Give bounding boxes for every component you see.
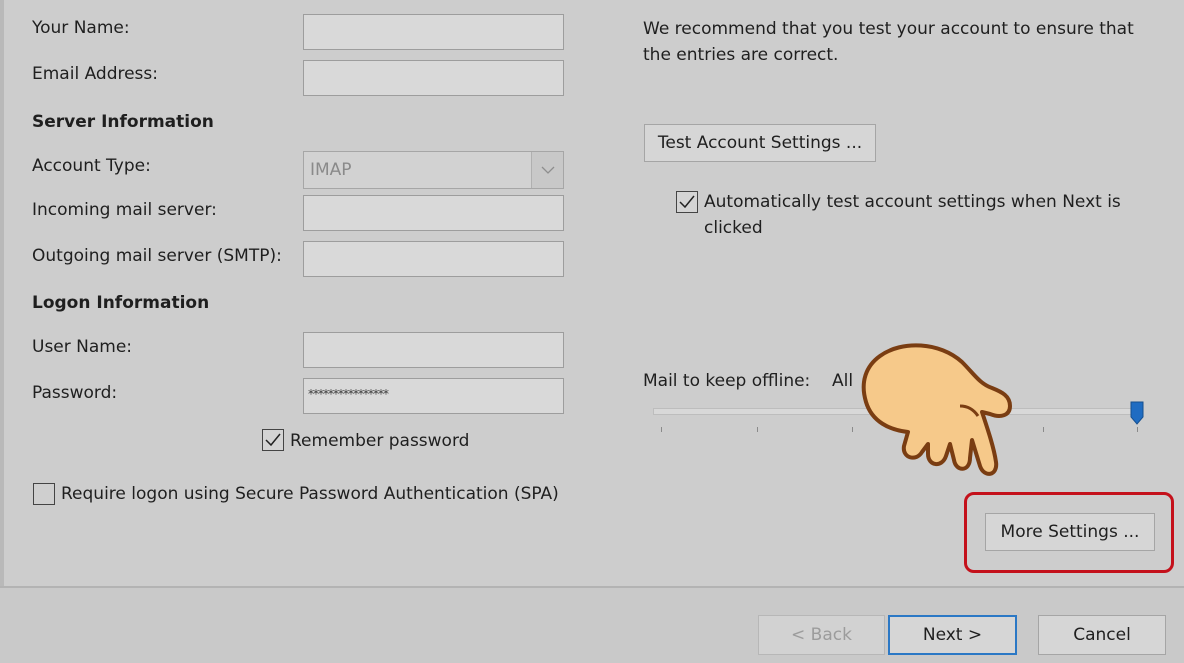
logon-information-heading: Logon Information xyxy=(32,293,210,313)
password-field[interactable]: **************** xyxy=(303,378,564,414)
account-type-value: IMAP xyxy=(310,160,352,180)
next-button[interactable]: Next > xyxy=(888,615,1017,655)
cancel-button[interactable]: Cancel xyxy=(1038,615,1166,655)
checkmark-icon xyxy=(265,433,281,447)
mail-offline-label: Mail to keep offline: xyxy=(643,371,811,391)
window-left-edge xyxy=(0,0,4,586)
account-type-dropdown-button[interactable] xyxy=(531,152,563,188)
recommend-text-line2: the entries are correct. xyxy=(643,45,839,65)
slider-tick xyxy=(1043,427,1044,432)
remember-password-label: Remember password xyxy=(290,431,470,451)
mail-offline-slider-thumb[interactable] xyxy=(1130,401,1144,425)
auto-test-label-line2: clicked xyxy=(704,218,763,238)
password-mask: **************** xyxy=(308,387,389,401)
password-label: Password: xyxy=(32,383,118,403)
your-name-field[interactable] xyxy=(303,14,564,50)
incoming-mail-server-label: Incoming mail server: xyxy=(32,200,217,220)
slider-tick xyxy=(757,427,758,432)
your-name-label: Your Name: xyxy=(32,18,130,38)
spa-checkbox[interactable] xyxy=(33,483,55,505)
auto-test-checkbox[interactable] xyxy=(676,191,698,213)
outgoing-mail-server-field[interactable] xyxy=(303,241,564,277)
recommend-text-line1: We recommend that you test your account … xyxy=(643,19,1134,39)
outgoing-mail-server-label: Outgoing mail server (SMTP): xyxy=(32,246,282,266)
checkmark-icon xyxy=(679,195,695,209)
account-type-label: Account Type: xyxy=(32,156,151,176)
chevron-down-icon xyxy=(541,166,554,174)
back-button[interactable]: < Back xyxy=(758,615,885,655)
slider-tick xyxy=(1137,427,1138,432)
incoming-mail-server-field[interactable] xyxy=(303,195,564,231)
email-address-field[interactable] xyxy=(303,60,564,96)
account-type-select[interactable]: IMAP xyxy=(303,151,564,189)
more-settings-button[interactable]: More Settings ... xyxy=(985,513,1155,551)
spa-label: Require logon using Secure Password Auth… xyxy=(61,484,559,504)
user-name-label: User Name: xyxy=(32,337,133,357)
pointing-hand-icon xyxy=(861,343,1012,476)
test-account-settings-button[interactable]: Test Account Settings ... xyxy=(644,124,876,162)
email-address-label: Email Address: xyxy=(32,64,158,84)
server-information-heading: Server Information xyxy=(32,112,214,132)
auto-test-label-line1: Automatically test account settings when… xyxy=(704,192,1121,212)
slider-tick xyxy=(661,427,662,432)
user-name-field[interactable] xyxy=(303,332,564,368)
remember-password-checkbox[interactable] xyxy=(262,429,284,451)
